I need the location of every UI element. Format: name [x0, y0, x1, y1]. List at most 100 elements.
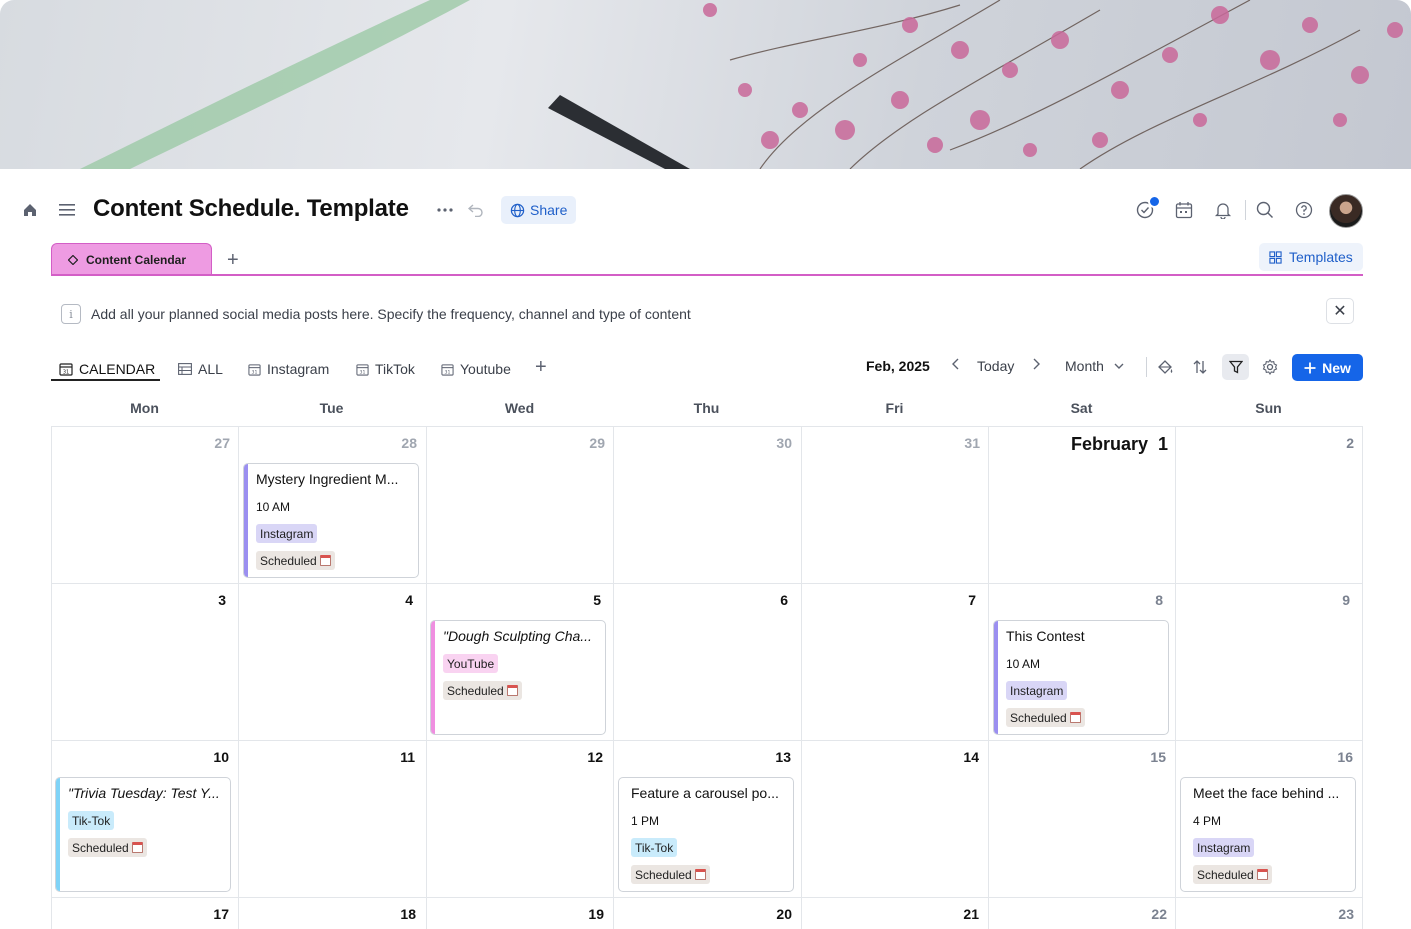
- filter-icon: [1228, 360, 1243, 374]
- day-number: 22: [1151, 906, 1167, 922]
- event-time: 10 AM: [256, 500, 291, 514]
- weekday-sun: Sun: [1255, 400, 1282, 416]
- event-title: Meet the face behind ...: [1193, 785, 1340, 801]
- new-label: New: [1322, 359, 1351, 376]
- calendar-icon: 31: [356, 363, 369, 375]
- today-button[interactable]: Today: [977, 358, 1014, 374]
- more-options-icon[interactable]: [434, 200, 456, 220]
- event-title: Feature a carousel po...: [631, 785, 779, 801]
- event-card[interactable]: This Contest 10 AM Instagram Scheduled: [993, 620, 1169, 735]
- event-card[interactable]: Feature a carousel po... 1 PM Tik-Tok Sc…: [618, 777, 794, 892]
- channel-tag: YouTube: [443, 654, 499, 673]
- status-tag-label: Scheduled: [635, 867, 692, 882]
- bell-icon[interactable]: [1213, 200, 1233, 220]
- status-tag-label: Scheduled: [447, 683, 504, 698]
- close-info-button[interactable]: ✕: [1326, 298, 1354, 324]
- weekday-wed: Wed: [504, 400, 535, 416]
- search-icon[interactable]: [1255, 200, 1275, 220]
- weekday-fri: Fri: [885, 400, 904, 416]
- new-button[interactable]: New: [1292, 354, 1363, 381]
- event-card[interactable]: Mystery Ingredient M... 10 AM Instagram …: [243, 463, 419, 578]
- event-stripe: [56, 778, 60, 891]
- subtab-calendar[interactable]: 31 CALENDAR: [59, 358, 155, 380]
- calendar-emoji-icon: [1256, 869, 1268, 880]
- day-number: 20: [776, 906, 792, 922]
- status-tag-label: Scheduled: [1197, 867, 1254, 882]
- weekday-tue: Tue: [319, 400, 344, 416]
- undo-icon[interactable]: [466, 200, 486, 220]
- sort-icon[interactable]: [1192, 359, 1208, 375]
- channel-tag-label: YouTube: [447, 656, 495, 671]
- channel-tag-label: Instagram: [1197, 840, 1251, 855]
- prev-icon[interactable]: [951, 358, 961, 370]
- status-tag: Scheduled: [443, 681, 522, 700]
- chevron-down-icon: [1114, 363, 1124, 369]
- status-tag: Scheduled: [631, 865, 710, 884]
- grid-line: [51, 897, 1363, 898]
- channel-tag: Tik-Tok: [631, 838, 678, 857]
- calendar-emoji-icon: [506, 685, 518, 696]
- calendar-icon: 31: [59, 363, 73, 376]
- event-title: "Trivia Tuesday: Test Y...: [68, 785, 220, 801]
- event-card[interactable]: "Dough Sculpting Cha... YouTube Schedule…: [430, 620, 606, 735]
- subtab-all[interactable]: ALL: [178, 358, 223, 380]
- cover-image: [0, 0, 1411, 169]
- tab-content-calendar[interactable]: Content Calendar: [51, 243, 212, 276]
- next-icon[interactable]: [1031, 358, 1041, 370]
- day-number: 6: [780, 592, 788, 608]
- event-stripe: [431, 621, 435, 734]
- grid-line: [51, 426, 52, 929]
- day-number: 4: [405, 592, 413, 608]
- grid-line: [51, 740, 1363, 741]
- event-title: "Dough Sculpting Cha...: [443, 628, 592, 644]
- event-time: 10 AM: [1006, 657, 1041, 671]
- subtab-instagram-label: Instagram: [267, 361, 330, 377]
- grid-line: [988, 426, 989, 929]
- subtab-tiktok[interactable]: 31 TikTok: [356, 358, 415, 380]
- grid-line: [801, 426, 802, 929]
- grid-line: [51, 426, 1363, 427]
- day-number: 5: [593, 592, 601, 608]
- day-number: 23: [1338, 906, 1354, 922]
- calendar-emoji-icon: [694, 869, 706, 880]
- day-number: 10: [213, 749, 229, 765]
- help-icon[interactable]: [1294, 200, 1314, 220]
- diamond-icon: [68, 255, 78, 265]
- day-number: 27: [214, 435, 230, 451]
- channel-tag: Instagram: [1006, 681, 1068, 700]
- channel-tag-label: Tik-Tok: [72, 813, 111, 828]
- add-subtab-button[interactable]: +: [535, 356, 547, 379]
- event-stripe: [994, 621, 998, 734]
- event-card[interactable]: "Trivia Tuesday: Test Y... Tik-Tok Sched…: [55, 777, 231, 892]
- channel-tag: Tik-Tok: [68, 811, 115, 830]
- view-mode-select[interactable]: Month: [1065, 358, 1124, 374]
- add-view-button[interactable]: +: [227, 249, 239, 272]
- page-title: Content Schedule. Template: [93, 195, 409, 222]
- day-number: 14: [963, 749, 979, 765]
- status-tag: Scheduled: [256, 551, 335, 570]
- month-start-label: February 1: [1071, 434, 1169, 454]
- divider: [1245, 200, 1246, 220]
- weekday-mon: Mon: [130, 400, 159, 416]
- avatar[interactable]: [1329, 194, 1363, 228]
- home-icon[interactable]: [20, 200, 40, 220]
- channel-tag-label: Tik-Tok: [635, 840, 674, 855]
- calendar-icon[interactable]: [1174, 200, 1194, 220]
- subtab-youtube[interactable]: 31 Youtube: [441, 358, 511, 380]
- paint-bucket-icon[interactable]: [1157, 359, 1174, 375]
- filter-button[interactable]: [1222, 354, 1249, 380]
- subtab-instagram[interactable]: 31 Instagram: [248, 358, 329, 380]
- menu-icon[interactable]: [57, 200, 77, 220]
- calendar-emoji-icon: [319, 555, 331, 566]
- weekday-sat: Sat: [1070, 400, 1093, 416]
- calendar-emoji-icon: [131, 842, 143, 853]
- subtab-tiktok-label: TikTok: [375, 361, 415, 377]
- event-card[interactable]: Meet the face behind ... 4 PM Instagram …: [1180, 777, 1356, 892]
- settings-icon[interactable]: [1262, 359, 1278, 375]
- grid-line: [613, 426, 614, 929]
- templates-button[interactable]: Templates: [1259, 243, 1363, 271]
- channel-tag-label: Instagram: [260, 526, 314, 541]
- day-number: 18: [400, 906, 416, 922]
- share-button[interactable]: Share: [501, 196, 577, 224]
- status-tag: Scheduled: [1193, 865, 1272, 884]
